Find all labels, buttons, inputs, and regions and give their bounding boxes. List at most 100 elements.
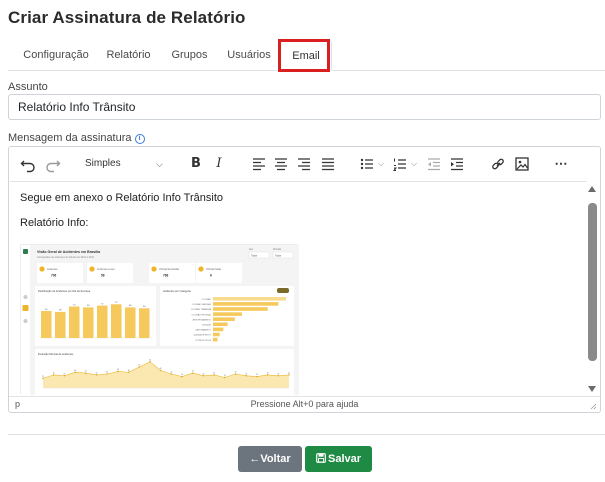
report-hbar [213, 297, 286, 301]
subject-input[interactable] [8, 94, 601, 120]
report-line-label: 28 [202, 373, 204, 375]
report-line-label: 60 [149, 359, 151, 361]
italic-icon[interactable]: I [211, 155, 227, 173]
report-hbar [213, 327, 224, 332]
scrollbar-thumb[interactable] [588, 203, 597, 361]
tab-configuracao[interactable]: Configuração [12, 40, 100, 71]
undo-icon[interactable] [19, 155, 37, 173]
report-line-label: 32 [170, 372, 172, 374]
subject-label: Assunto [8, 81, 48, 93]
report-dashboard: Visão Geral de Acidentes em Brasília Com… [21, 245, 299, 395]
report-line-label: 30 [267, 372, 269, 374]
bullet-list-caret-icon[interactable]: ⌵ [378, 155, 384, 173]
report-kpi-value: 706 [51, 274, 57, 278]
bold-icon[interactable]: B [188, 155, 204, 173]
report-line-label: 24 [224, 375, 226, 377]
report-hbar-category: CAPOTAMENTO [195, 329, 211, 332]
resize-handle-icon[interactable] [589, 402, 597, 410]
report-bar [125, 307, 136, 338]
report-kpi-icon [89, 266, 95, 272]
report-bar-card [35, 286, 156, 346]
report-line-label: 30 [213, 372, 215, 374]
report-hbar-category: COLISÃO FRONTAL [192, 313, 212, 316]
more-options-icon[interactable]: ⋯ [553, 155, 569, 173]
scroll-up-arrow-icon[interactable] [588, 186, 596, 192]
report-hbar [213, 307, 268, 311]
align-left-icon[interactable] [251, 155, 267, 173]
chevron-down-icon: ⌵ [156, 159, 163, 169]
report-line-label: 30 [53, 372, 55, 374]
report-kpi-card [37, 263, 83, 283]
tab-usuarios[interactable]: Usuários [220, 40, 278, 71]
report-line-label: 28 [277, 373, 279, 375]
report-hbar-category: CHOQUE [202, 325, 212, 327]
message-label-text: Mensagem da assinatura [8, 132, 132, 144]
report-filter-1: Todos [251, 256, 258, 258]
report-line-label: 48 [138, 365, 140, 367]
tab-email[interactable]: Email [280, 40, 332, 71]
content-line-2: Relatório Info: [20, 217, 89, 229]
report-kpi-label: Acidentes Leves [97, 268, 115, 271]
outdent-icon[interactable] [426, 155, 442, 173]
embedded-report-image: Visão Geral de Acidentes em Brasília Com… [20, 244, 299, 395]
scroll-down-arrow-icon[interactable] [588, 386, 596, 392]
arrow-left-icon: ← [249, 453, 261, 465]
report-line-label: 32 [235, 372, 237, 374]
page-title: Criar Assinatura de Relatório [8, 8, 246, 27]
report-sidebar-dot-1 [23, 295, 28, 299]
report-hbar-category: OUTROS TIPOS [195, 340, 211, 342]
save-button[interactable]: Salvar [305, 446, 372, 472]
redo-icon[interactable] [44, 155, 62, 173]
report-hbar-category: COLISÃO LATERAL [192, 303, 212, 306]
report-line-label: 34 [192, 371, 194, 373]
report-bar [83, 307, 94, 338]
tab-grupos[interactable]: Grupos [162, 40, 217, 71]
tabs-bar: Configuração Relatório Grupos Usuários E… [8, 40, 605, 71]
report-kpi-label: Vítimas Fatais [206, 268, 222, 271]
report-hbar-category: QUEDA DE MOTO [193, 334, 211, 337]
report-line-label: 30 [95, 372, 97, 374]
report-kpi-card [149, 263, 195, 283]
report-kpi-label: Acidentes [47, 268, 58, 271]
editor-content[interactable]: Segue em anexo o Relatório Info Trânsito… [10, 181, 587, 397]
indent-icon[interactable] [449, 155, 465, 173]
tab-relatorio[interactable]: Relatório [100, 40, 157, 71]
editor-status-bar: p Pressione Alt+0 para ajuda [9, 396, 600, 412]
bullet-list-icon[interactable] [359, 155, 375, 173]
align-right-icon[interactable] [296, 155, 312, 173]
report-sidebar-active-icon [22, 305, 29, 311]
message-label: Mensagem da assinatura i [8, 132, 145, 144]
report-bar [111, 304, 122, 338]
numbered-list-icon[interactable] [392, 155, 408, 173]
report-line-label: 38 [117, 369, 119, 371]
report-line-label: 22 [42, 376, 44, 378]
report-title: Visão Geral de Acidentes em Brasília [37, 250, 101, 254]
rich-text-editor: Simples ⌵ B I ⌵ ⌵ ⋯ Segue em anexo o Rel… [8, 146, 601, 413]
link-icon[interactable] [490, 155, 506, 173]
image-icon[interactable] [514, 155, 530, 173]
report-kpi-value: 58 [101, 274, 105, 278]
align-center-icon[interactable] [273, 155, 289, 173]
report-filter-1-label: Ano [249, 248, 254, 251]
report-line-label: 30 [288, 372, 290, 374]
footer-divider [8, 434, 605, 435]
report-bar [69, 306, 80, 338]
help-hint: Pressione Alt+0 para ajuda [250, 399, 359, 409]
report-line-label: 40 [160, 368, 162, 370]
numbered-list-caret-icon[interactable]: ⌵ [411, 155, 417, 173]
editor-scrollbar[interactable] [587, 183, 598, 395]
report-hbar [213, 337, 218, 342]
content-line-1: Segue em anexo o Relatório Info Trânsito [20, 192, 224, 204]
report-line-label: 28 [63, 373, 65, 375]
report-hbar-category: ATROPELAMENTO [193, 318, 212, 321]
report-line-label: 36 [128, 370, 130, 372]
back-button[interactable]: ←Voltar [238, 446, 302, 472]
info-icon[interactable]: i [134, 134, 145, 144]
report-hbar-category: COLISÃO TRASEIRA [191, 308, 212, 311]
save-icon [316, 453, 326, 463]
format-select[interactable]: Simples ⌵ [79, 154, 167, 174]
align-justify-icon[interactable] [320, 155, 336, 173]
report-line-label: 36 [74, 370, 76, 372]
report-bar-title: Distribuição de Acidentes por Dia da Sem… [38, 289, 91, 293]
report-filter-2-label: Período [273, 248, 282, 251]
